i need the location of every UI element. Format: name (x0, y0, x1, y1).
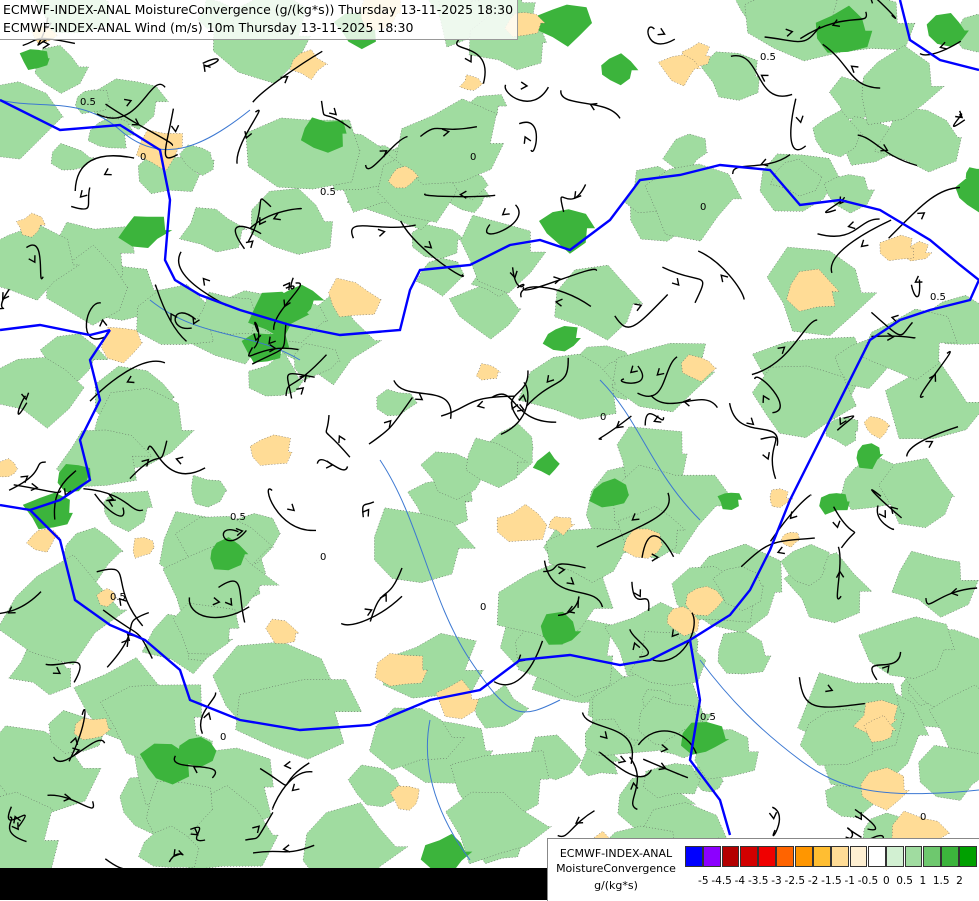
contour-label: 0 (700, 202, 706, 213)
legend-swatch (794, 846, 813, 867)
legend-tick-label: 0.5 (896, 875, 913, 887)
contour-label: 0.5 (320, 187, 336, 198)
map-edge-strip (0, 868, 547, 900)
legend-swatch (813, 846, 831, 867)
legend-swatch (959, 846, 978, 867)
color-legend: ECMWF-INDEX-ANAL MoistureConvergence g/(… (547, 838, 979, 901)
header-line-moisture: ECMWF-INDEX-ANAL MoistureConvergence (g/… (3, 2, 514, 17)
contour-label: 0 (480, 602, 486, 613)
contour-label: 0 (320, 552, 326, 563)
legend-ticks: -5 -4.5 -4 -3.5 -3 -2.5 -2 -1.5 -1 -0.5 0 0.5 1 1.5 2 (685, 875, 979, 889)
contour-label: 0 (920, 812, 926, 823)
legend-swatch (941, 846, 959, 867)
legend-swatch (904, 846, 923, 867)
contour-label: 0 (140, 152, 146, 163)
legend-tick-label: -3.5 (747, 875, 769, 887)
contour-label: 0.5 (230, 512, 246, 523)
legend-swatch (739, 846, 758, 867)
legend-swatch (922, 846, 941, 867)
legend-swatch (886, 846, 905, 867)
legend-tick-label: -1.5 (821, 875, 842, 887)
contour-label: 0 (470, 152, 476, 163)
legend-swatches (685, 846, 978, 867)
legend-swatch (776, 846, 795, 867)
legend-tick-label: -3 (771, 875, 782, 887)
contour-label: 0.5 (930, 292, 946, 303)
legend-swatch (721, 846, 740, 867)
contour-label: 0.5 (700, 712, 716, 723)
legend-tick-label: -4.5 (711, 875, 732, 887)
legend-tick-label: 2 (956, 875, 963, 887)
legend-tick-label: 1.5 (932, 875, 950, 887)
legend-swatch (758, 846, 776, 867)
contour-label: 0.5 (760, 52, 776, 63)
legend-tick-label: -5 (698, 875, 709, 887)
contour-label: 0.5 (80, 97, 96, 108)
legend-tick-label: -2 (807, 875, 819, 887)
legend-tick-label: 0 (882, 875, 890, 887)
legend-title-variable: MoistureConvergence (556, 862, 676, 875)
legend-swatch (867, 846, 886, 867)
legend-tick-label: -2.5 (784, 875, 806, 887)
legend-swatch (849, 846, 868, 867)
header-line-wind: ECMWF-INDEX-ANAL Wind (m/s) 10m Thursday… (3, 20, 414, 35)
map-header: ECMWF-INDEX-ANAL MoistureConvergence (g/… (0, 0, 519, 40)
contour-label: 0 (600, 412, 606, 423)
legend-tick-label: 1 (919, 875, 927, 887)
legend-swatch (685, 846, 703, 867)
moisture-convergence-map: 0.5 0 0.5 0 0.5 0 0.5 0 0.5 0 0.5 0 0.5 0 0.5 0 (0, 0, 979, 900)
legend-swatch (703, 846, 722, 867)
contour-label: 0 (220, 732, 226, 743)
contour-label: 0.5 (110, 592, 126, 603)
legend-tick-label: -4 (734, 875, 746, 887)
legend-unit: g/(kg*s) (594, 879, 638, 892)
legend-swatch (831, 846, 850, 867)
legend-tick-label: -1 (844, 875, 855, 887)
legend-tick-label: -0.5 (857, 875, 879, 887)
legend-title-source: ECMWF-INDEX-ANAL (559, 847, 673, 860)
